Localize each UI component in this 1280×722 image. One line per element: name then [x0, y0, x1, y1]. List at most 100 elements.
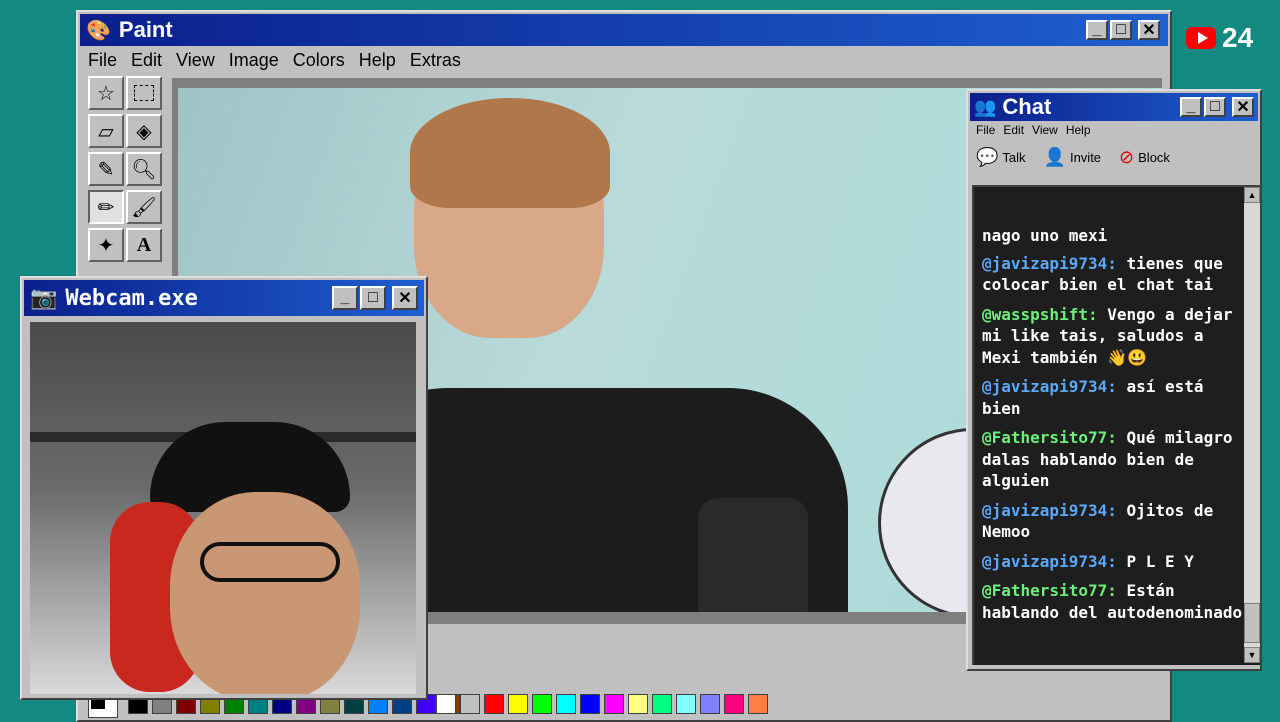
pencil-tool[interactable]: ✏︎ [88, 190, 124, 224]
chat-username[interactable]: @javizapi9734: [982, 377, 1117, 396]
chat-toolbar: 💬 Talk 👤 Invite ⊘ Block [976, 147, 1170, 168]
webcam-titlebar[interactable]: 📷 Webcam.exe _ □ ✕ [24, 280, 424, 316]
menu-help[interactable]: Help [359, 50, 396, 71]
webcam-title: Webcam.exe [65, 285, 198, 311]
rect-select-icon [134, 85, 154, 101]
chat-menu-file[interactable]: File [976, 123, 995, 137]
chat-titlebar[interactable]: 👥 Chat _ □ ✕ [970, 93, 1258, 121]
chat-menu-help[interactable]: Help [1066, 123, 1091, 137]
talk-button[interactable]: 💬 Talk [976, 147, 1026, 168]
menu-colors[interactable]: Colors [293, 50, 345, 71]
chat-scrollbar[interactable]: ▲ ▼ [1244, 187, 1260, 663]
palette-swatch[interactable] [604, 694, 624, 714]
menu-view[interactable]: View [176, 50, 215, 71]
webcam-person-glasses [200, 542, 340, 582]
free-select-tool[interactable]: ☆ [88, 76, 124, 110]
toolbox: ☆ ▱ ◈ ✎ 🔍︎ ✏︎ 🖌︎ ✦ A [84, 76, 168, 286]
text-tool[interactable]: A [126, 228, 162, 262]
palette-swatch[interactable] [748, 694, 768, 714]
chat-message: @javizapi9734: tienes que colocar bien e… [982, 253, 1246, 296]
palette-swatch[interactable] [700, 694, 720, 714]
invite-icon: 👤 [1043, 147, 1066, 167]
video-microphone [698, 498, 808, 612]
chat-message: @javizapi9734: Ojitos de Nemoo [982, 500, 1246, 543]
chat-maximize-button[interactable]: □ [1204, 97, 1226, 117]
chat-close-button[interactable]: ✕ [1232, 97, 1254, 117]
eraser-tool[interactable]: ▱ [88, 114, 124, 148]
webcam-minimize-button[interactable]: _ [332, 286, 358, 310]
brush-icon: 🖌︎ [131, 196, 157, 219]
palette-swatch[interactable] [508, 694, 528, 714]
palette-swatch[interactable] [652, 694, 672, 714]
chat-minimize-button[interactable]: _ [1180, 97, 1202, 117]
chat-message-list: nago uno mexi @javizapi9734: tienes que … [982, 225, 1246, 623]
close-button[interactable]: ✕ [1138, 20, 1160, 40]
chat-menu-edit[interactable]: Edit [1003, 123, 1024, 137]
palette-swatch[interactable] [436, 694, 456, 714]
palette-swatch[interactable] [556, 694, 576, 714]
magnifier-tool[interactable]: 🔍︎ [126, 152, 162, 186]
minimize-button[interactable]: _ [1086, 20, 1108, 40]
webcam-person-face [170, 492, 360, 694]
chat-username[interactable]: @wasspshift: [982, 305, 1098, 324]
palette-swatch[interactable] [580, 694, 600, 714]
brush-tool[interactable]: 🖌︎ [126, 190, 162, 224]
paint-titlebar[interactable]: 🎨 Paint _ □ ✕ [80, 14, 1168, 46]
chat-message: @javizapi9734: P L E Y [982, 551, 1246, 573]
webcam-maximize-button[interactable]: □ [360, 286, 386, 310]
webcam-close-button[interactable]: ✕ [392, 286, 418, 310]
talk-label: Talk [1002, 150, 1026, 165]
paint-bucket-icon: ◈ [136, 120, 152, 143]
scroll-down-arrow[interactable]: ▼ [1244, 647, 1260, 663]
webcam-window: 📷 Webcam.exe _ □ ✕ [20, 276, 428, 700]
camera-icon: 📷 [30, 285, 58, 310]
paint-menubar: File Edit View Image Colors Help Extras [88, 50, 475, 71]
menu-image[interactable]: Image [229, 50, 279, 71]
chat-menu-view[interactable]: View [1032, 123, 1058, 137]
invite-button[interactable]: 👤 Invite [1044, 147, 1102, 168]
chat-message: @wasspshift: Vengo a dejar mi like tais,… [982, 304, 1246, 369]
menu-file[interactable]: File [88, 50, 117, 71]
webcam-feed [30, 322, 416, 694]
palette-swatch[interactable] [628, 694, 648, 714]
star-select-icon: ☆ [97, 82, 115, 105]
chat-title: Chat [1002, 94, 1052, 119]
youtube-icon [1186, 27, 1216, 49]
palette-swatch[interactable] [532, 694, 552, 714]
maximize-button[interactable]: □ [1110, 20, 1132, 40]
chat-username[interactable]: @Fathersito77: [982, 581, 1117, 600]
chat-window: 👥 Chat _ □ ✕ File Edit View Help 💬 Talk … [966, 89, 1262, 671]
chat-message: @Fathersito77: Qué milagro dalas habland… [982, 427, 1246, 492]
block-button[interactable]: ⊘ Block [1119, 147, 1170, 168]
invite-label: Invite [1069, 150, 1102, 165]
chat-message: @Fathersito77: Están hablando del autode… [982, 580, 1246, 623]
scroll-thumb[interactable] [1244, 603, 1260, 643]
palette-swatch[interactable] [676, 694, 696, 714]
rect-select-tool[interactable] [126, 76, 162, 110]
badge-count: 24 [1222, 22, 1254, 53]
talk-icon: 💬 [976, 147, 999, 167]
airbrush-icon: ✦ [97, 234, 115, 257]
chat-username[interactable]: @javizapi9734: [982, 552, 1117, 571]
video-person-hair [410, 98, 610, 208]
paint-app-icon: 🎨 [86, 19, 111, 42]
color-picker-tool[interactable]: ✎ [88, 152, 124, 186]
text-icon: A [136, 233, 152, 256]
chat-message-text: P L E Y [1126, 551, 1194, 571]
scroll-up-arrow[interactable]: ▲ [1244, 187, 1260, 203]
airbrush-tool[interactable]: ✦ [88, 228, 124, 262]
chat-username[interactable]: @javizapi9734: [982, 254, 1117, 273]
menu-extras[interactable]: Extras [410, 50, 461, 71]
chat-message: @javizapi9734: así está bien [982, 376, 1246, 419]
eyedropper-icon: ✎ [97, 158, 115, 181]
menu-edit[interactable]: Edit [131, 50, 162, 71]
palette-swatch[interactable] [484, 694, 504, 714]
fill-tool[interactable]: ◈ [126, 114, 162, 148]
chat-username[interactable]: @Fathersito77: [982, 428, 1117, 447]
palette-swatch[interactable] [460, 694, 480, 714]
pencil-icon: ✏︎ [97, 196, 115, 219]
block-icon: ⊘ [1119, 147, 1135, 167]
palette-swatch[interactable] [724, 694, 744, 714]
chat-message: nago uno mexi [982, 225, 1246, 247]
chat-username[interactable]: @javizapi9734: [982, 501, 1117, 520]
